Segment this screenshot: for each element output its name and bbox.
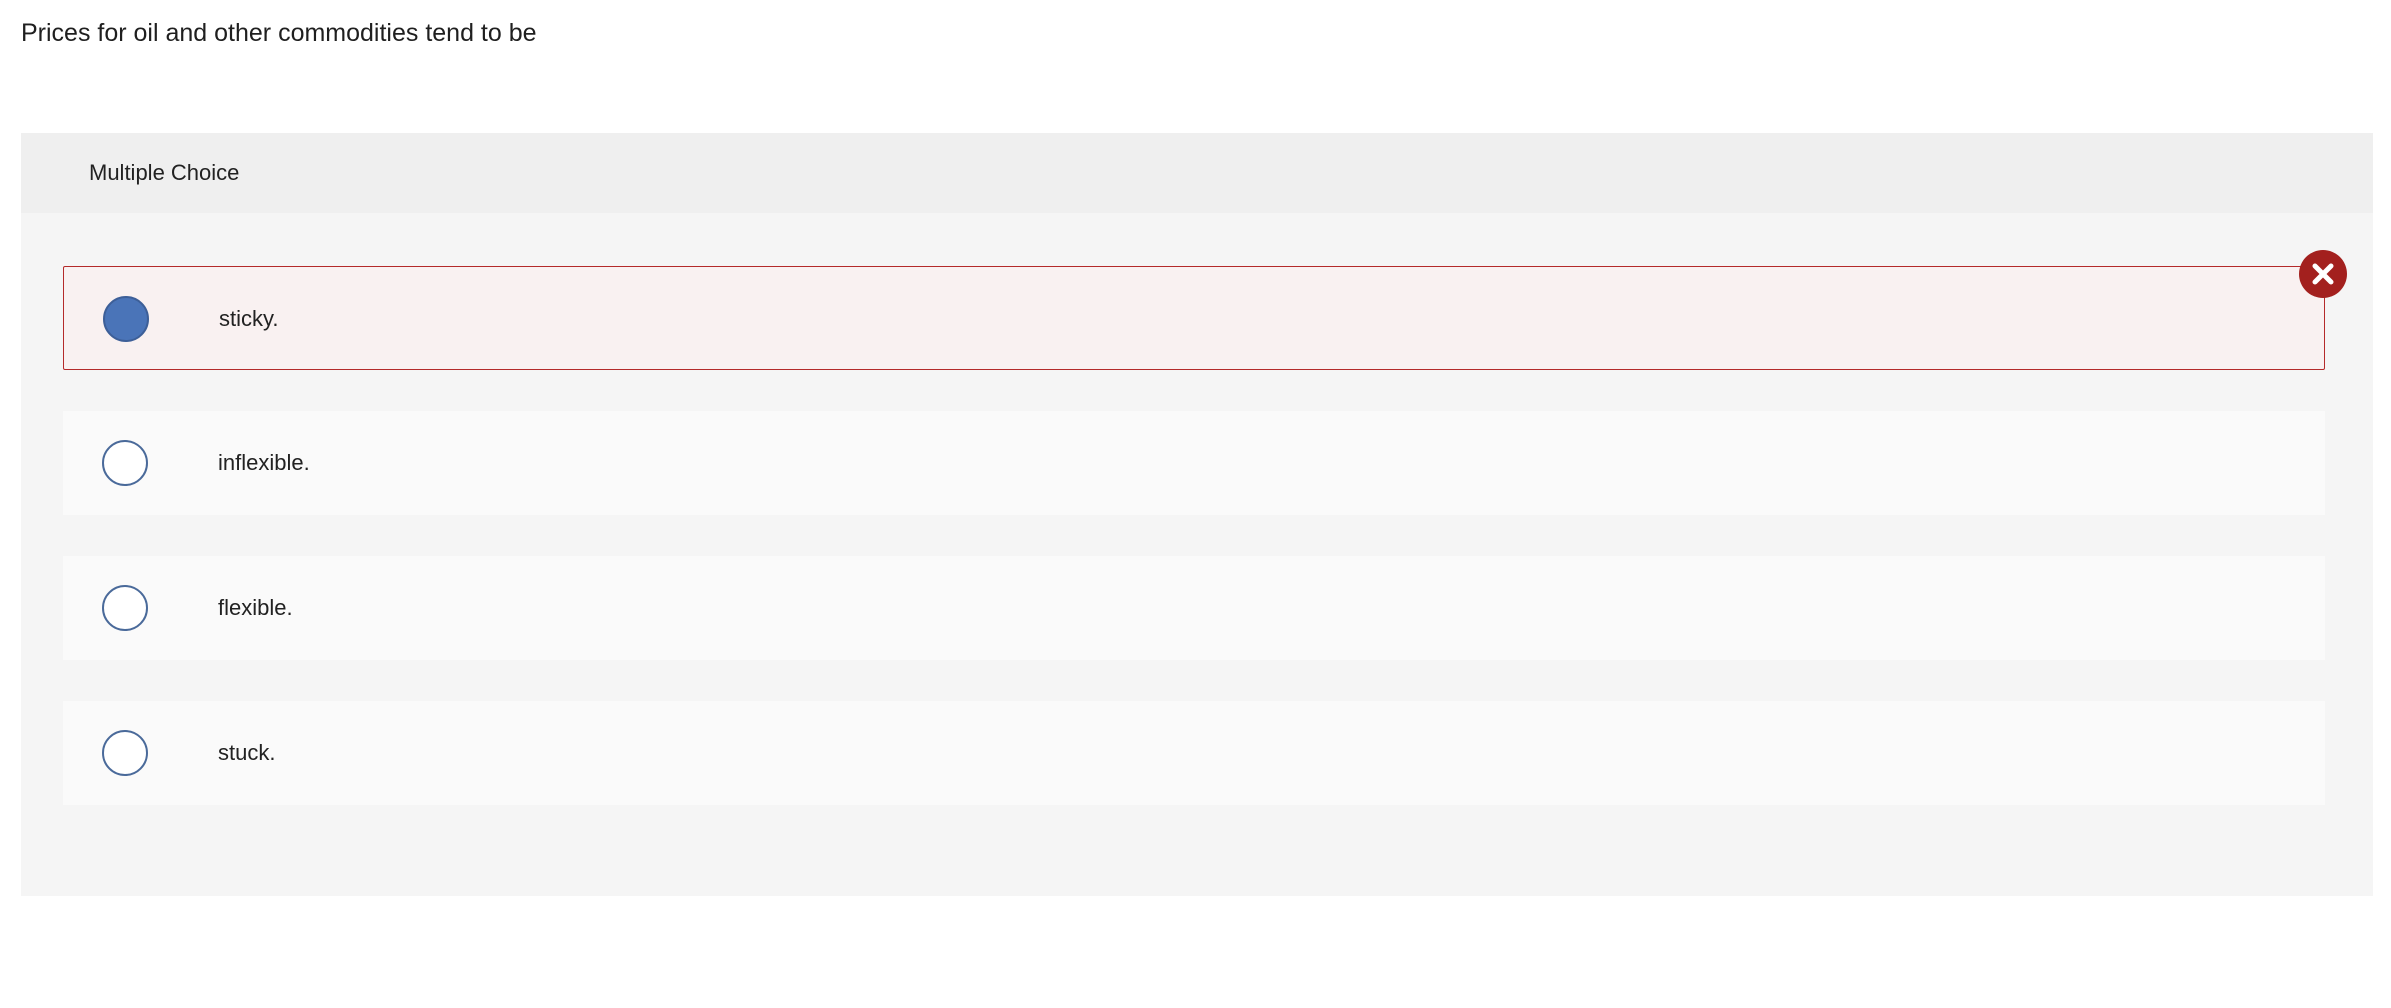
option-label: flexible. bbox=[218, 595, 293, 620]
option-label: sticky. bbox=[219, 306, 279, 331]
answer-option-stuck[interactable]: stuck. bbox=[63, 701, 2325, 805]
close-x-icon bbox=[2312, 263, 2334, 285]
radio-button-selected[interactable] bbox=[103, 296, 149, 342]
answer-option-sticky[interactable]: sticky. bbox=[63, 266, 2325, 370]
answer-option-inflexible[interactable]: inflexible. bbox=[63, 411, 2325, 515]
option-label: inflexible. bbox=[218, 450, 310, 475]
incorrect-badge bbox=[2299, 250, 2347, 298]
question-prompt: Prices for oil and other commodities ten… bbox=[21, 19, 537, 47]
radio-button[interactable] bbox=[102, 730, 148, 776]
radio-button[interactable] bbox=[102, 440, 148, 486]
multiple-choice-title: Multiple Choice bbox=[89, 160, 240, 185]
multiple-choice-header: Multiple Choice bbox=[21, 133, 2373, 213]
option-label: stuck. bbox=[218, 740, 276, 765]
answer-option-flexible[interactable]: flexible. bbox=[63, 556, 2325, 660]
radio-button[interactable] bbox=[102, 585, 148, 631]
